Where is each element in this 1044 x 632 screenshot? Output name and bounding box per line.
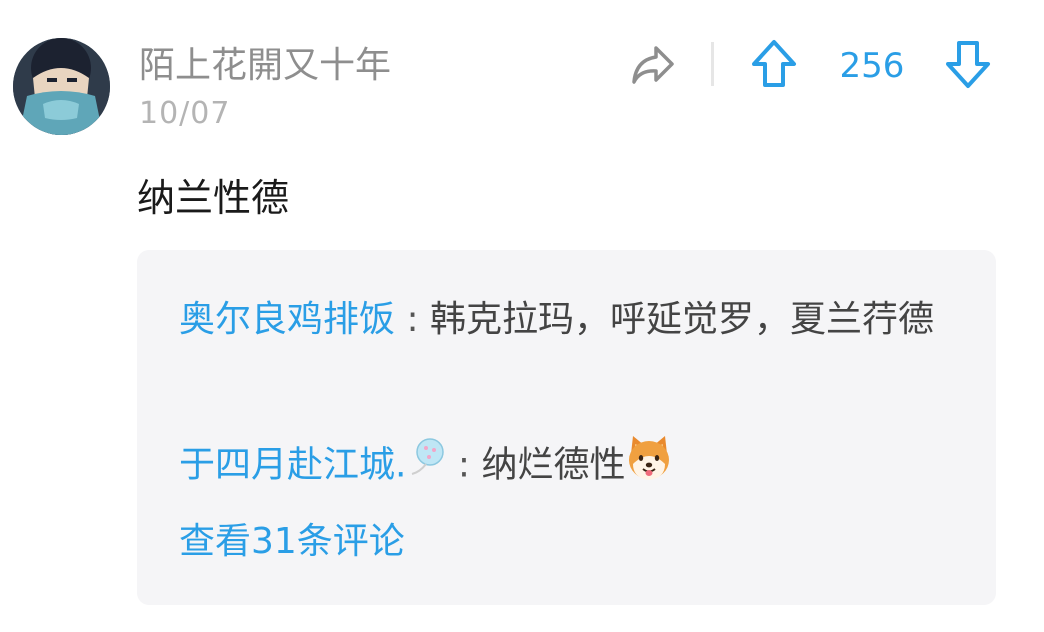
comment-text: 纳兰性德 [137, 176, 290, 220]
vote-divider [711, 42, 714, 86]
shiba-dog-emoji [625, 434, 673, 499]
reply-item[interactable]: 于四月赴江城. : 纳烂德性 [179, 434, 939, 499]
reply-separator: : [446, 444, 482, 486]
down-arrow-icon [946, 41, 990, 88]
comment-date: 10/07 [139, 96, 231, 131]
view-all-replies-link[interactable]: 查看31条评论 [179, 514, 405, 570]
avatar[interactable] [13, 38, 110, 135]
replies-box: 奥尔良鸡排饭 : 韩克拉玛，呼延觉罗，夏兰荇德 于四月赴江城. : 纳烂德性 查… [137, 250, 996, 605]
reply-text: 纳烂德性 [481, 444, 626, 486]
reply-item[interactable]: 奥尔良鸡排饭 : 韩克拉玛，呼延觉罗，夏兰荇德 [179, 292, 939, 348]
reply-separator: : [395, 299, 431, 340]
balloon-icon [406, 436, 446, 497]
upvote-button[interactable] [750, 38, 798, 90]
share-arrow-icon [632, 46, 674, 84]
share-button[interactable] [628, 42, 678, 88]
vote-count: 256 [839, 46, 905, 86]
username[interactable]: 陌上花開又十年 [139, 42, 391, 90]
reply-author[interactable]: 于四月赴江城. [179, 445, 406, 486]
reply-text: 韩克拉玛，呼延觉罗，夏兰荇德 [430, 299, 935, 340]
reply-author[interactable]: 奥尔良鸡排饭 [179, 299, 395, 340]
up-arrow-icon [752, 40, 796, 87]
downvote-button[interactable] [944, 38, 992, 90]
